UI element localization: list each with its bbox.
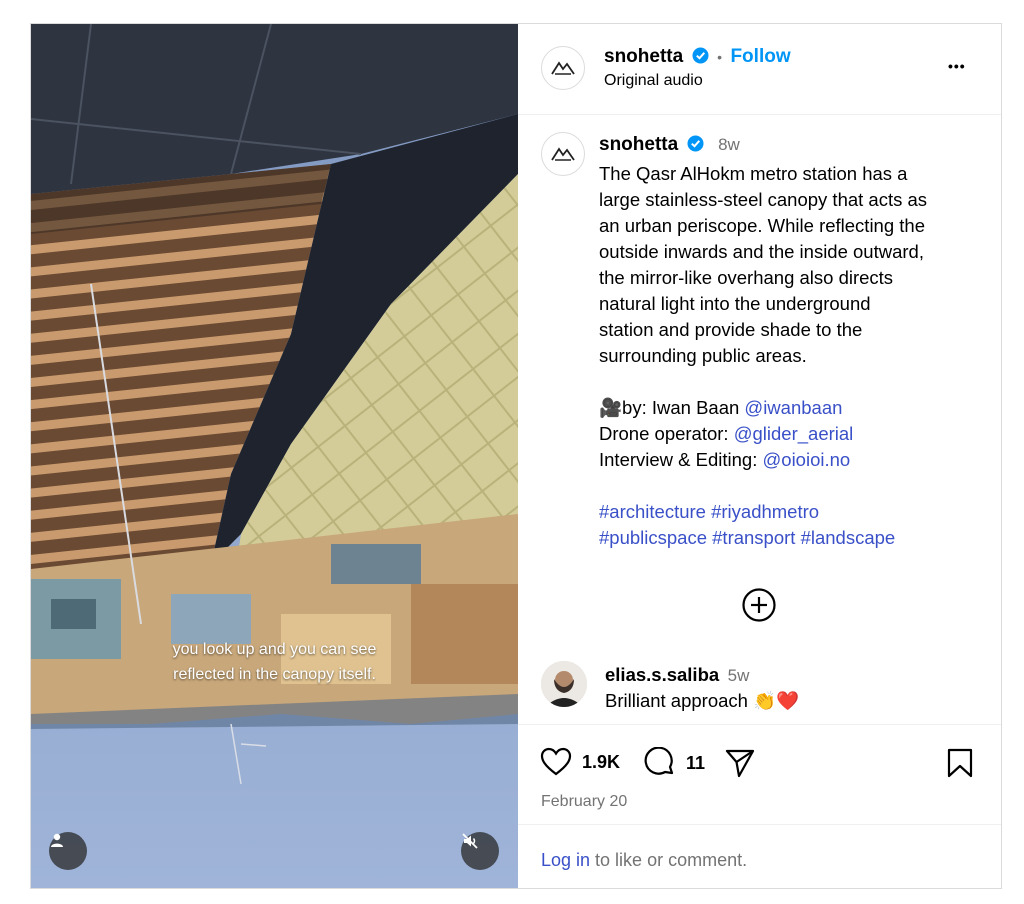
comment-text: Brilliant approach 👏❤️: [605, 690, 800, 711]
hashtag-link[interactable]: #transport: [712, 527, 795, 548]
credit-label: Drone operator:: [599, 423, 734, 444]
caption-line: an urban periscope. While reflecting the: [599, 215, 925, 236]
plus-circle-icon: [742, 588, 776, 622]
like-heart-icon[interactable]: [540, 747, 572, 777]
credit-label: 🎥by: Iwan Baan: [599, 397, 745, 418]
caption-username[interactable]: snohetta: [599, 134, 678, 155]
caption-line: large stainless-steel canopy that acts a…: [599, 189, 928, 210]
comment-group: 11: [644, 747, 705, 779]
login-prompt-text: to like or comment.: [590, 850, 748, 870]
hashtag-link[interactable]: #riyadhmetro: [711, 501, 819, 522]
caption-line: surrounding public areas.: [599, 345, 807, 366]
post-card: you look up and you can see reflected in…: [30, 23, 1002, 889]
mention-link[interactable]: @oioioi.no: [763, 449, 851, 470]
subtitle-line: reflected in the canopy itself.: [173, 666, 376, 683]
hashtag-line: #publicspace #transport #landscape: [599, 525, 991, 551]
caption-body: The Qasr AlHokm metro station has a larg…: [599, 161, 991, 551]
caption-line: outside inwards and the inside outward,: [599, 241, 924, 262]
header-author-line: snohetta • Follow: [604, 46, 791, 69]
commenter-username[interactable]: elias.s.saliba: [605, 664, 719, 685]
muted-speaker-icon: [462, 833, 478, 849]
credit-label: Interview & Editing:: [599, 449, 763, 470]
commenter-avatar[interactable]: [541, 661, 587, 707]
commenter-photo: [541, 661, 587, 707]
hashtag-link[interactable]: #publicspace: [599, 527, 707, 548]
author-avatar[interactable]: [541, 46, 585, 90]
caption-author-avatar[interactable]: [541, 132, 585, 176]
hashtag-line: #architecture #riyadhmetro: [599, 499, 991, 525]
video-player[interactable]: you look up and you can see reflected in…: [31, 24, 518, 888]
like-count[interactable]: 1.9K: [582, 752, 620, 773]
caption-block: snohetta 8w The Qasr AlHokm metro statio…: [599, 132, 991, 551]
mention-link[interactable]: @glider_aerial: [734, 423, 854, 444]
audio-label[interactable]: Original audio: [604, 72, 703, 90]
caption-timestamp[interactable]: 8w: [718, 135, 740, 154]
caption-line: station and provide shade to the: [599, 319, 863, 340]
comment-header: elias.s.saliba 5w: [605, 664, 749, 686]
divider: [518, 824, 1001, 825]
hashtag-link[interactable]: #landscape: [801, 527, 896, 548]
bookmark-icon: [947, 748, 973, 778]
login-link[interactable]: Log in: [541, 850, 590, 870]
person-icon: [51, 833, 63, 847]
caption-line: the mirror-like overhang also directs: [599, 267, 894, 288]
comment-timestamp[interactable]: 5w: [728, 666, 750, 685]
more-options-button[interactable]: •••: [948, 58, 966, 74]
subtitle-line: you look up and you can see: [172, 641, 377, 658]
hashtag-link[interactable]: #architecture: [599, 501, 706, 522]
tagged-users-button[interactable]: [49, 832, 87, 870]
login-prompt: Log in to like or comment.: [541, 850, 747, 871]
follow-button[interactable]: Follow: [730, 46, 790, 67]
comment-count[interactable]: 11: [686, 753, 705, 774]
credit-line: Drone operator: @glider_aerial: [599, 421, 991, 447]
paper-plane-icon: [725, 749, 755, 778]
post-header: snohetta • Follow Original audio •••: [518, 24, 1001, 115]
caption-author-line: snohetta 8w: [599, 132, 991, 161]
verified-badge-icon: [687, 135, 704, 161]
mute-button[interactable]: [461, 832, 499, 870]
post-details-panel: snohetta • Follow Original audio ••• sno…: [518, 24, 1001, 888]
caption-line: natural light into the underground: [599, 293, 871, 314]
action-bar: 1.9K 11 February 20: [518, 724, 1001, 810]
video-subtitle: you look up and you can see reflected in…: [31, 637, 518, 687]
credit-line: Interview & Editing: @oioioi.no: [599, 447, 991, 473]
like-group: 1.9K: [540, 747, 620, 777]
post-date[interactable]: February 20: [541, 793, 627, 811]
separator-dot: •: [717, 49, 722, 65]
video-frame: [31, 24, 518, 888]
share-button[interactable]: [724, 747, 756, 784]
snohetta-logo-icon: [551, 61, 575, 75]
verified-badge-icon: [692, 47, 709, 69]
load-more-comments-button[interactable]: [741, 587, 777, 628]
comment-bubble-icon[interactable]: [644, 747, 676, 779]
snohetta-logo-icon: [551, 147, 575, 161]
mention-link[interactable]: @iwanbaan: [744, 397, 842, 418]
credit-line: 🎥by: Iwan Baan @iwanbaan: [599, 395, 991, 421]
author-username[interactable]: snohetta: [604, 46, 683, 67]
caption-line: The Qasr AlHokm metro station has a: [599, 163, 908, 184]
save-button[interactable]: [946, 747, 974, 784]
